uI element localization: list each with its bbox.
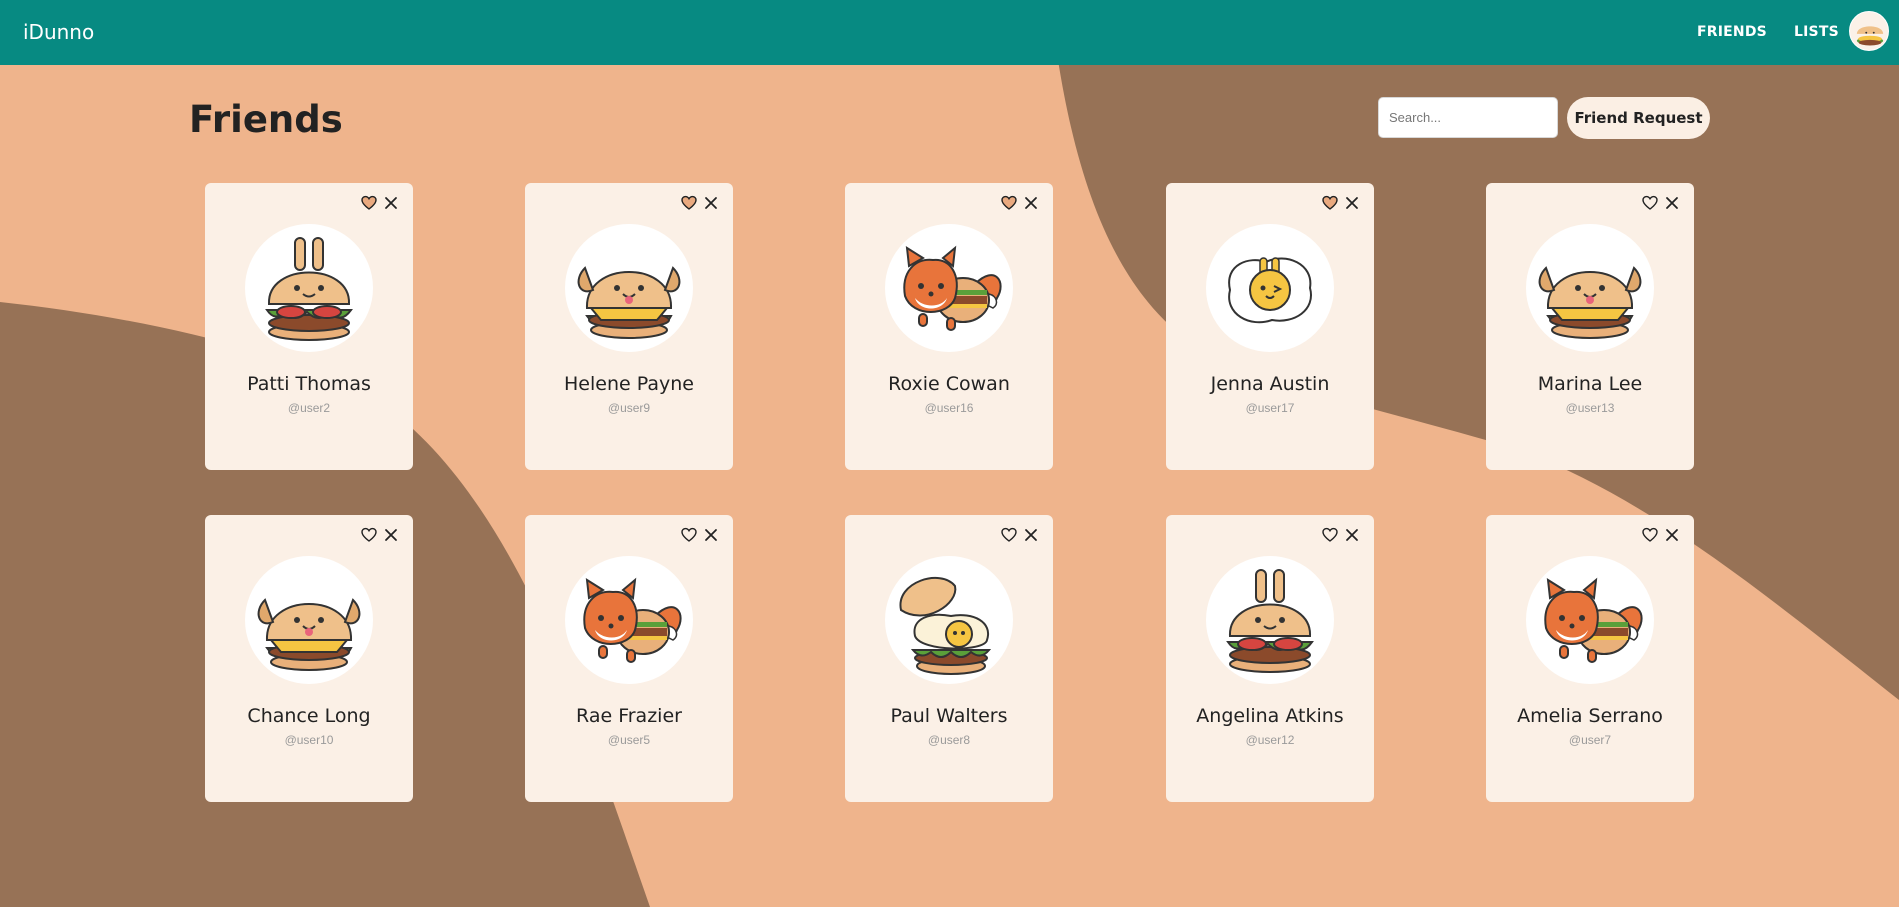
friend-handle: @user16 xyxy=(924,401,974,415)
friend-name: Jenna Austin xyxy=(1210,373,1330,395)
friend-avatar xyxy=(245,556,373,684)
friend-name: Chance Long xyxy=(247,705,371,727)
friend-handle: @user8 xyxy=(927,733,971,747)
egg-burger-icon xyxy=(899,576,992,675)
card-actions xyxy=(361,527,399,543)
friend-card[interactable]: Patti Thomas @user2 xyxy=(205,183,413,470)
card-actions xyxy=(1642,527,1680,543)
friend-handle: @user10 xyxy=(284,733,334,747)
close-icon[interactable] xyxy=(383,195,399,211)
friend-handle: @user12 xyxy=(1245,733,1295,747)
puppy-burger-icon xyxy=(577,266,681,339)
heart-filled-icon[interactable] xyxy=(1322,195,1338,211)
friend-avatar xyxy=(1526,224,1654,352)
friend-name: Roxie Cowan xyxy=(888,373,1010,395)
friend-name: Paul Walters xyxy=(890,705,1008,727)
friend-avatar xyxy=(565,556,693,684)
friend-card[interactable]: Chance Long @user10 xyxy=(205,515,413,802)
puppy-burger-icon xyxy=(257,598,361,671)
friend-avatar xyxy=(885,556,1013,684)
card-actions xyxy=(1322,527,1360,543)
fox-burger-icon xyxy=(903,245,1002,331)
close-icon[interactable] xyxy=(1664,527,1680,543)
friend-name: Angelina Atkins xyxy=(1196,705,1344,727)
friend-name: Patti Thomas xyxy=(247,373,371,395)
friend-handle: @user7 xyxy=(1568,733,1612,747)
card-actions xyxy=(1001,195,1039,211)
heart-icon[interactable] xyxy=(681,527,697,543)
friend-card[interactable]: Helene Payne @user9 xyxy=(525,183,733,470)
bunny-egg-icon xyxy=(1228,257,1312,324)
search-input[interactable] xyxy=(1378,97,1558,138)
heart-filled-icon[interactable] xyxy=(1001,195,1017,211)
close-icon[interactable] xyxy=(703,527,719,543)
friend-handle: @user5 xyxy=(607,733,651,747)
friend-name: Rae Frazier xyxy=(576,705,682,727)
heart-icon[interactable] xyxy=(1001,527,1017,543)
close-icon[interactable] xyxy=(1023,527,1039,543)
friend-card[interactable]: Paul Walters @user8 xyxy=(845,515,1053,802)
friend-handle: @user9 xyxy=(607,401,651,415)
heart-icon[interactable] xyxy=(361,527,377,543)
heart-filled-icon[interactable] xyxy=(361,195,377,211)
card-actions xyxy=(681,527,719,543)
friend-card[interactable]: Angelina Atkins @user12 xyxy=(1166,515,1374,802)
close-icon[interactable] xyxy=(1344,527,1360,543)
friend-card[interactable]: Rae Frazier @user5 xyxy=(525,515,733,802)
bunny-burger-icon xyxy=(1226,569,1314,673)
close-icon[interactable] xyxy=(1344,195,1360,211)
user-avatar[interactable] xyxy=(1849,11,1889,51)
top-navbar: iDunno FRIENDS LISTS xyxy=(0,0,1899,65)
card-actions xyxy=(1001,527,1039,543)
friend-avatar xyxy=(1526,556,1654,684)
heart-icon[interactable] xyxy=(1322,527,1338,543)
card-actions xyxy=(681,195,719,211)
card-actions xyxy=(1322,195,1360,211)
fox-burger-icon xyxy=(1544,577,1643,663)
friend-handle: @user13 xyxy=(1565,401,1615,415)
friend-card[interactable]: Marina Lee @user13 xyxy=(1486,183,1694,470)
friend-avatar xyxy=(885,224,1013,352)
nav-lists-link[interactable]: LISTS xyxy=(1794,24,1839,40)
page-title: Friends xyxy=(189,98,343,141)
friend-card[interactable]: Amelia Serrano @user7 xyxy=(1486,515,1694,802)
close-icon[interactable] xyxy=(1023,195,1039,211)
friend-name: Amelia Serrano xyxy=(1517,705,1663,727)
friend-avatar xyxy=(245,224,373,352)
heart-icon[interactable] xyxy=(1642,527,1658,543)
friend-card[interactable]: Roxie Cowan @user16 xyxy=(845,183,1053,470)
bunny-burger-icon xyxy=(265,237,353,341)
friend-avatar xyxy=(1206,556,1334,684)
fox-burger-icon xyxy=(583,577,682,663)
brand-logo[interactable]: iDunno xyxy=(23,20,94,44)
friend-request-button[interactable]: Friend Request xyxy=(1567,97,1710,139)
heart-icon[interactable] xyxy=(1642,195,1658,211)
puppy-burger-icon xyxy=(1856,26,1884,46)
friend-card[interactable]: Jenna Austin @user17 xyxy=(1166,183,1374,470)
heart-filled-icon[interactable] xyxy=(681,195,697,211)
nav-friends-link[interactable]: FRIENDS xyxy=(1697,24,1767,40)
friend-avatar xyxy=(1206,224,1334,352)
card-actions xyxy=(361,195,399,211)
friend-handle: @user17 xyxy=(1245,401,1295,415)
puppy-burger-icon xyxy=(1538,266,1642,339)
friend-avatar xyxy=(565,224,693,352)
close-icon[interactable] xyxy=(383,527,399,543)
friend-name: Marina Lee xyxy=(1537,373,1643,395)
friend-handle: @user2 xyxy=(287,401,331,415)
close-icon[interactable] xyxy=(1664,195,1680,211)
friend-name: Helene Payne xyxy=(564,373,694,395)
close-icon[interactable] xyxy=(703,195,719,211)
card-actions xyxy=(1642,195,1680,211)
